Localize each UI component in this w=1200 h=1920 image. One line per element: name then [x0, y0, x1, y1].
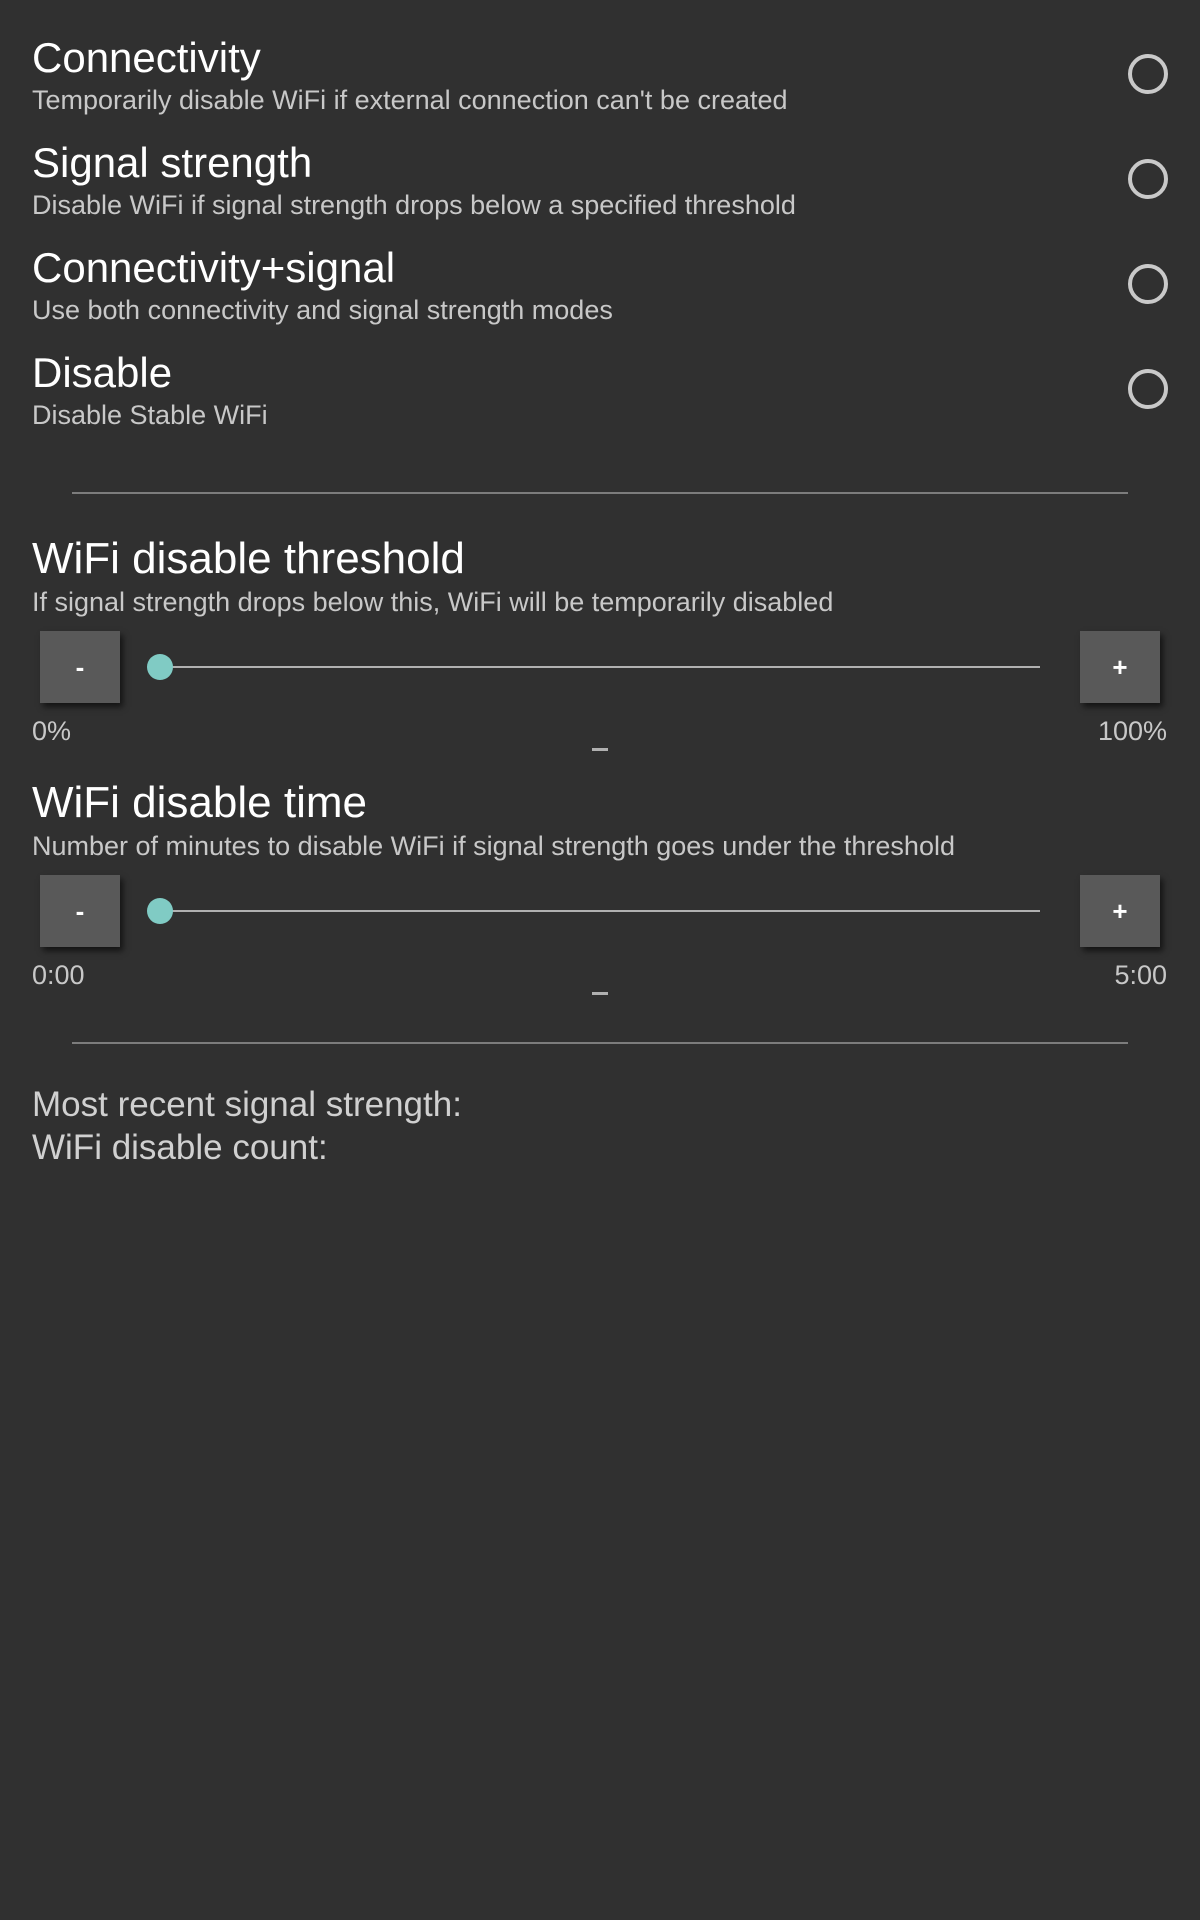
disable-time-decrement-button[interactable]: - — [40, 875, 120, 947]
disable-time-value-label — [592, 992, 608, 995]
disable-time-max-label: 5:00 — [1114, 960, 1167, 990]
mode-option-connectivity-signal[interactable]: Connectivity+signal Use both connectivit… — [32, 242, 1168, 342]
threshold-subtitle: If signal strength drops below this, WiF… — [32, 587, 834, 617]
disable-time-slider-thumb[interactable] — [147, 898, 173, 924]
mode-option-connectivity[interactable]: Connectivity Temporarily disable WiFi if… — [32, 32, 1168, 132]
threshold-title: WiFi disable threshold — [32, 534, 465, 583]
threshold-increment-button[interactable]: + — [1080, 631, 1160, 703]
threshold-slider[interactable] — [160, 666, 1040, 668]
radio-button-signal-strength[interactable] — [1128, 159, 1168, 199]
threshold-min-label: 0% — [32, 716, 72, 746]
mode-title: Signal strength — [32, 139, 313, 186]
mode-option-disable[interactable]: Disable Disable Stable WiFi — [32, 347, 1168, 447]
disable-time-min-label: 0:00 — [32, 960, 85, 990]
mode-title: Connectivity — [32, 34, 261, 81]
radio-button-connectivity-signal[interactable] — [1128, 264, 1168, 304]
mode-subtitle: Disable WiFi if signal strength drops be… — [32, 190, 796, 220]
threshold-slider-thumb[interactable] — [147, 654, 173, 680]
divider — [72, 492, 1128, 494]
disable-count-stat: WiFi disable count: — [32, 1128, 328, 1167]
threshold-decrement-button[interactable]: - — [40, 631, 120, 703]
disable-time-increment-button[interactable]: + — [1080, 875, 1160, 947]
radio-button-disable[interactable] — [1128, 369, 1168, 409]
radio-button-connectivity[interactable] — [1128, 54, 1168, 94]
mode-subtitle: Temporarily disable WiFi if external con… — [32, 85, 788, 115]
mode-title: Connectivity+signal — [32, 244, 396, 291]
disable-time-title: WiFi disable time — [32, 778, 367, 827]
mode-subtitle: Use both connectivity and signal strengt… — [32, 295, 613, 325]
mode-title: Disable — [32, 349, 173, 396]
disable-time-slider[interactable] — [160, 910, 1040, 912]
mode-option-signal-strength[interactable]: Signal strength Disable WiFi if signal s… — [32, 137, 1168, 237]
threshold-max-label: 100% — [1097, 716, 1167, 746]
threshold-value-label — [592, 748, 608, 751]
signal-strength-stat: Most recent signal strength: — [32, 1085, 462, 1124]
divider — [72, 1042, 1128, 1044]
mode-subtitle: Disable Stable WiFi — [32, 400, 268, 430]
disable-time-subtitle: Number of minutes to disable WiFi if sig… — [32, 831, 955, 861]
